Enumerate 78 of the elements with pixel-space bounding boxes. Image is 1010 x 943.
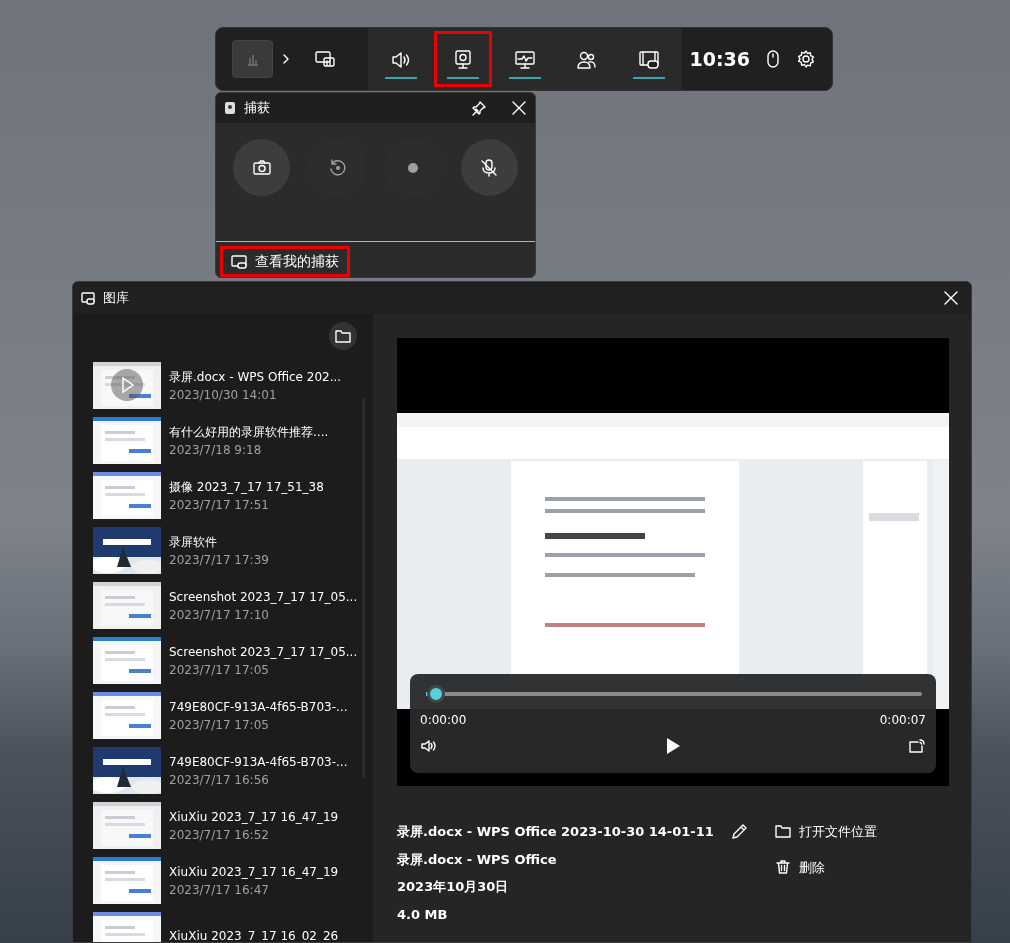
item-title: 录屏.docx - WPS Office 202... (169, 368, 342, 386)
trash-icon (775, 859, 791, 876)
mouse-icon (766, 49, 780, 69)
total-time: 0:00:07 (879, 712, 926, 729)
close-button[interactable] (511, 100, 527, 116)
item-date: 2023/7/17 17:39 (169, 551, 269, 569)
item-title: 749E80CF-913A-4f65-B703-... (169, 698, 348, 716)
item-date: 2023/7/17 16:47 (169, 881, 270, 899)
speaker-icon (420, 738, 438, 754)
file-size: 4.0 MB (397, 905, 449, 924)
delete-button[interactable]: 删除 (775, 857, 877, 877)
window-title: 图库 (103, 289, 130, 308)
seek-handle[interactable] (426, 685, 445, 703)
folder-button[interactable] (329, 322, 357, 350)
rename-button[interactable] (729, 822, 748, 841)
gallery-icon (81, 291, 95, 305)
clock-time: 10:36 (689, 46, 750, 72)
item-date: 2023/10/30 14:01 (169, 386, 278, 404)
gallery-item[interactable]: 摄像 2023_7_17 17_51_38 2023/7/17 17:51 (73, 468, 365, 523)
item-date: 2023/7/17 17:51 (169, 496, 270, 514)
item-date: 2023/7/17 16:52 (169, 826, 270, 844)
pencil-icon (729, 822, 748, 841)
gallery-item[interactable]: XiuXiu 2023_7_17 16_02_26 (73, 908, 365, 942)
seek-bar[interactable] (426, 685, 922, 703)
capture-widget-icon (224, 101, 236, 115)
pin-icon (471, 100, 487, 116)
gallery-item[interactable]: 有什么好用的录屏软件推荐.... 2023/7/18 9:18 (73, 413, 365, 468)
monitor-icon (314, 48, 337, 70)
gallery-item[interactable]: 录屏.docx - WPS Office 202... 2023/10/30 14:01 (73, 358, 365, 413)
item-title: 有什么好用的录屏软件推荐.... (169, 423, 329, 441)
gallery-item[interactable]: Screenshot 2023_7_17 17_05... 2023/7/17 17:10 (73, 578, 365, 633)
item-title: 录屏软件 (169, 533, 218, 551)
settings-icon (796, 49, 816, 69)
item-date: 2023/7/17 17:10 (169, 606, 270, 624)
folder-icon (335, 329, 351, 343)
camera-icon (251, 157, 272, 178)
capture-date: 2023年10月30日 (397, 878, 510, 896)
widget-button[interactable] (433, 31, 492, 87)
gallery-icon (637, 48, 660, 70)
settings-button[interactable] (796, 49, 816, 69)
item-title: 749E80CF-913A-4f65-B703-... (169, 753, 348, 771)
gallery-item[interactable]: XiuXiu 2023_7_17 16_47_19 2023/7/17 16:52 (73, 798, 365, 853)
gallery-item[interactable]: Screenshot 2023_7_17 17_05... 2023/7/17 17:05 (73, 633, 365, 688)
folder-icon (775, 823, 791, 840)
item-title: XiuXiu 2023_7_17 16_47_19 (169, 863, 339, 881)
item-date: 2023/7/17 16:56 (169, 771, 270, 789)
gallery-item[interactable]: 749E80CF-913A-4f65-B703-... 2023/7/17 16:56 (73, 743, 365, 798)
widget-thumbnail[interactable] (232, 40, 274, 78)
play-icon (665, 737, 681, 755)
gallery-icon (231, 254, 247, 269)
mouse-button[interactable] (766, 49, 780, 69)
app-name: 录屏.docx - WPS Office (397, 850, 558, 869)
panel-title: 捕获 (244, 99, 271, 118)
file-name: 录屏.docx - WPS Office 2023-10-30 14-01-11 (397, 823, 714, 841)
current-time: 0:00:00 (420, 712, 467, 729)
close-button[interactable] (943, 290, 959, 306)
gallery-item[interactable]: 录屏软件 2023/7/17 17:39 (73, 523, 365, 578)
close-icon (511, 100, 527, 116)
cast-button[interactable] (908, 738, 926, 754)
item-title: Screenshot 2023_7_17 17_05... (169, 643, 358, 661)
pin-button[interactable] (471, 100, 487, 116)
item-date: 2023/7/18 9:18 (169, 441, 263, 459)
item-title: 摄像 2023_7_17 17_51_38 (169, 478, 324, 496)
close-icon (943, 290, 959, 306)
item-title: XiuXiu 2023_7_17 16_47_19 (169, 808, 339, 826)
monitor-chart-icon (513, 48, 536, 70)
item-title: XiuXiu 2023_7_17 16_02_26 (169, 927, 339, 942)
gallery-item[interactable]: 749E80CF-913A-4f65-B703-... 2023/7/17 17:05 (73, 688, 365, 743)
item-date: 2023/7/17 17:05 (169, 661, 270, 679)
replay-icon (327, 157, 348, 178)
cast-icon (908, 738, 926, 754)
volume-button[interactable] (420, 738, 438, 754)
gallery-item[interactable]: XiuXiu 2023_7_17 16_47_19 2023/7/17 16:47 (73, 853, 365, 908)
item-date: 2023/7/17 17:05 (169, 716, 270, 734)
open-location-button[interactable]: 打开文件位置 (775, 822, 877, 842)
play-button[interactable] (665, 737, 681, 755)
view-captures-link[interactable]: 查看我的捕获 (220, 246, 350, 277)
item-title: Screenshot 2023_7_17 17_05... (169, 588, 358, 606)
